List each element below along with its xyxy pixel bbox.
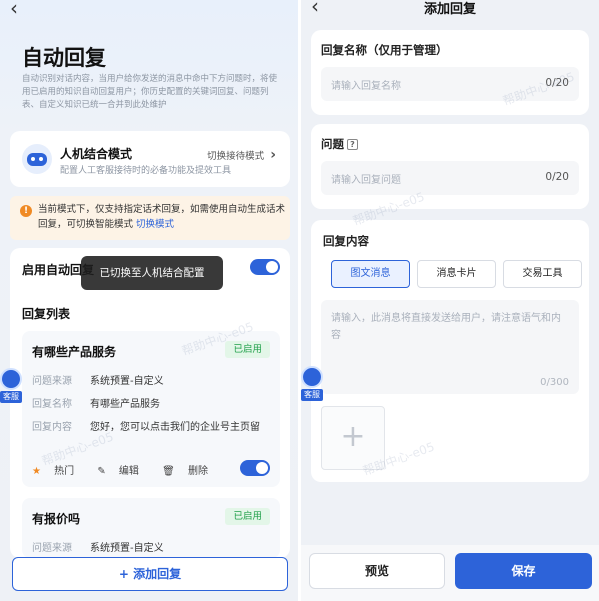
mode-notice: ! 当前模式下，仅支持指定话术回复，如需使用自动生成话术回复，可切换智能模式 切… xyxy=(10,196,290,240)
item-source-row: 问题来源 系统预置-自定义 xyxy=(32,376,164,387)
customer-service-icon xyxy=(301,366,323,388)
item-source-row: 问题来源 系统预置-自定义 xyxy=(32,543,164,554)
back-icon[interactable]: ‹ xyxy=(10,0,18,18)
enable-auto-reply-toggle[interactable] xyxy=(250,259,280,275)
add-reply-screen: ‹ 添加回复 回复名称（仅用于管理） 请输入回复名称 0/20 问题? 请输入回… xyxy=(301,0,599,601)
page-title: 自动回复 xyxy=(22,46,106,70)
switch-mode-notice-link[interactable]: 切换模式 xyxy=(136,219,174,230)
customer-service-icon xyxy=(0,368,22,390)
edit-action[interactable]: ✎ 编辑 xyxy=(97,466,149,477)
toast-message: 已切换至人机结合配置 xyxy=(81,256,223,290)
mode-subtitle: 配置人工客服接待时的必备功能及提效工具 xyxy=(60,166,232,176)
switch-mode-label: 切换接待模式 xyxy=(207,151,265,162)
item-title: 有哪些产品服务 xyxy=(32,345,117,359)
question-counter: 0/20 xyxy=(545,171,569,183)
item-enable-toggle[interactable] xyxy=(240,460,270,476)
reply-name-label: 回复名称（仅用于管理） xyxy=(321,43,448,57)
reply-content-counter: 0/300 xyxy=(540,377,569,388)
plus-icon: + xyxy=(340,419,366,454)
question-input[interactable]: 请输入回复问题 0/20 xyxy=(321,161,579,195)
reply-list-title: 回复列表 xyxy=(22,307,71,321)
page-title: 添加回复 xyxy=(423,2,476,17)
switch-mode-link[interactable]: 切换接待模式 › xyxy=(207,147,276,163)
robot-icon xyxy=(22,144,52,174)
customer-service-float[interactable]: 客服 xyxy=(0,368,22,403)
star-icon: ★ xyxy=(32,466,41,477)
item-content-row: 回复内容 您好，您可以点击我们的企业号主页留 xyxy=(32,422,260,433)
auto-reply-screen: ‹ 自动回复 自动识别对话内容，当用户给你发送的消息中命中下方问题时，将使用已启… xyxy=(0,0,298,601)
question-card: 问题? 请输入回复问题 0/20 xyxy=(311,124,589,209)
reply-content-textarea[interactable]: 请输入，此消息将直接发送给用户，请注意语气和内容 0/300 xyxy=(321,300,579,394)
edit-icon: ✎ xyxy=(97,466,106,477)
status-badge: 已启用 xyxy=(225,508,270,525)
item-actions: ★ 热门 ✎ 编辑 🗑 删除 xyxy=(32,462,228,477)
reply-name-placeholder: 请输入回复名称 xyxy=(331,81,401,92)
hot-action[interactable]: ★ 热门 xyxy=(32,466,84,477)
add-reply-button[interactable]: + 添加回复 xyxy=(12,557,288,591)
question-label: 问题 xyxy=(321,137,344,151)
bottom-action-bar: 预览 保存 xyxy=(301,545,599,601)
item-name-row: 回复名称 有哪些产品服务 xyxy=(32,399,160,410)
mode-title: 人机结合模式 xyxy=(60,147,133,161)
tab-message-card[interactable]: 消息卡片 xyxy=(417,260,496,288)
tab-rich-message[interactable]: 图文消息 xyxy=(331,260,410,288)
reply-name-card: 回复名称（仅用于管理） 请输入回复名称 0/20 xyxy=(311,30,589,115)
page-description: 自动识别对话内容，当用户给你发送的消息中命中下方问题时，将使用已启用的知识自动回… xyxy=(22,74,278,110)
customer-service-float[interactable]: 客服 xyxy=(301,366,323,401)
reply-content-placeholder: 请输入，此消息将直接发送给用户，请注意语气和内容 xyxy=(331,313,561,341)
tab-trade-tool[interactable]: 交易工具 xyxy=(503,260,582,288)
delete-action[interactable]: 🗑 删除 xyxy=(162,466,218,477)
question-placeholder: 请输入回复问题 xyxy=(331,175,401,186)
trash-icon: 🗑 xyxy=(162,466,175,477)
reply-content-card: 回复内容 图文消息 消息卡片 交易工具 请输入，此消息将直接发送给用户，请注意语… xyxy=(311,220,589,482)
preview-button[interactable]: 预览 xyxy=(309,553,445,589)
save-button[interactable]: 保存 xyxy=(455,553,592,589)
chevron-right-icon: › xyxy=(270,147,276,163)
reply-content-label: 回复内容 xyxy=(323,234,369,248)
question-label-wrap: 问题? xyxy=(321,136,358,152)
item-title: 有报价吗 xyxy=(32,512,81,526)
customer-service-label: 客服 xyxy=(301,389,323,401)
status-badge: 已启用 xyxy=(225,341,270,358)
help-icon[interactable]: ? xyxy=(347,139,358,150)
customer-service-label: 客服 xyxy=(0,391,22,403)
list-item[interactable]: 有报价吗 已启用 问题来源 系统预置-自定义 xyxy=(22,498,280,558)
mode-card[interactable]: 人机结合模式 配置人工客服接待时的必备功能及提效工具 切换接待模式 › xyxy=(10,131,290,187)
warning-icon: ! xyxy=(20,205,32,217)
